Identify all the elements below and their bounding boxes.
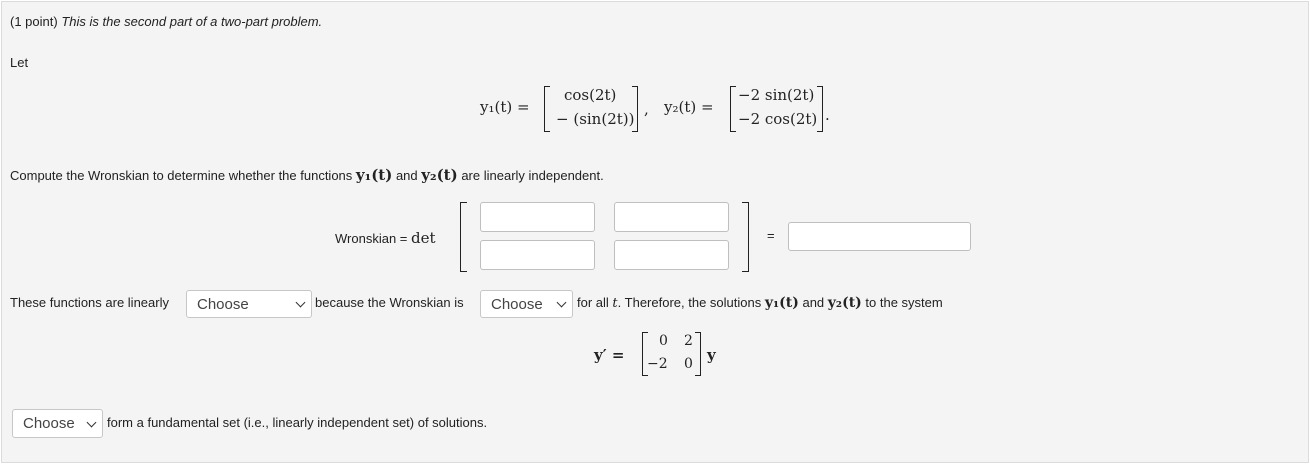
wronskian-cell-22[interactable] [614,240,729,270]
system-a21: −2 [647,356,668,372]
fundamental-set-select-value: Choose [23,415,75,432]
conclusion-y1: y₁(t) [764,295,799,311]
y1-bottom: − (sin(2t)) [556,110,635,128]
points-label: (1 point) [10,14,58,29]
prompt-text-before: Compute the Wronskian to determine wheth… [10,168,353,183]
problem-header: (1 point) This is the second part of a t… [10,14,322,29]
wronskian-result-input[interactable] [788,222,971,251]
wronskian-value-select[interactable]: Choose [480,290,573,318]
det-label: det [411,229,436,247]
prompt-y2: y₂(t) [421,166,458,184]
wronskian-equals: = [767,228,775,243]
conclusion-text-2: because the Wronskian is [315,295,464,310]
linearity-select[interactable]: Choose [186,290,312,318]
y1-label: y₁(t) = [480,98,530,116]
conclusion-y2: y₂(t) [827,295,862,311]
problem-panel: (1 point) This is the second part of a t… [1,1,1309,463]
wronskian-left-bracket [460,202,467,272]
wronskian-value-select-value: Choose [491,295,543,313]
system-a11: 0 [659,333,668,349]
system-lhs: y′ = [594,346,625,364]
y2-right-bracket [817,86,823,132]
system-a22: 0 [684,356,693,372]
conclusion-text-1: These functions are linearly [10,295,169,310]
equation-period: . [825,106,830,124]
conclusion-and: and [802,295,825,310]
fundamental-set-select[interactable]: Choose [12,409,103,438]
linearity-select-value: Choose [197,295,249,313]
prompt-y1: y₁(t) [355,166,393,184]
let-label: Let [10,55,29,70]
wronskian-cell-21[interactable] [480,240,595,270]
y1-left-bracket [544,86,550,132]
chevron-down-icon [295,297,306,308]
chevron-down-icon [556,297,567,308]
wronskian-label: Wronskian = det [335,229,436,247]
y2-left-bracket [730,86,736,132]
y1-right-bracket [632,86,638,132]
system-a12: 2 [684,333,693,349]
system-rhs: y [707,346,716,364]
y1-top: cos(2t) [564,86,617,104]
wronskian-text: Wronskian = [335,231,408,246]
system-right-bracket [695,332,701,376]
y2-label: y₂(t) = [664,98,714,116]
equation-separator: , [644,100,649,118]
problem-description: This is the second part of a two-part pr… [61,14,323,29]
conclusion-tail: for all t. Therefore, the solutions y₁(t… [577,295,943,311]
wronskian-cell-12[interactable] [614,202,729,232]
prompt-text-after: are linearly independent. [461,168,604,183]
chevron-down-icon [86,417,97,427]
y2-top: −2 sin(2t) [738,86,815,104]
conclusion-text-4: . Therefore, the solutions [617,295,762,310]
prompt-and: and [395,168,418,183]
conclusion-text-5: to the system [865,295,943,310]
wronskian-cell-11[interactable] [480,202,595,232]
conclusion-text-3: for all [577,295,609,310]
y2-bottom: −2 cos(2t) [738,110,818,128]
wronskian-prompt: Compute the Wronskian to determine wheth… [10,166,604,184]
wronskian-right-bracket [742,202,749,272]
final-text: form a fundamental set (i.e., linearly i… [107,415,488,430]
